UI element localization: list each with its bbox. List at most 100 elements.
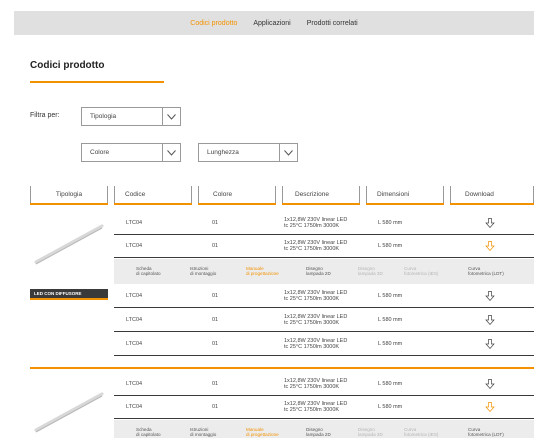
product-image: [30, 218, 108, 268]
table-row[interactable]: LTC04 01 1x12,8W 230V linear LED tc 25°C…: [114, 373, 534, 396]
header-codice: Codice: [114, 186, 192, 204]
descrizione-cell: 1x12,8W 230V linear LED tc 25°C 1750lm 3…: [284, 333, 347, 355]
dimensioni-cell: L 580 mm: [378, 317, 403, 323]
header-underline: [366, 203, 444, 205]
header-underline: [30, 203, 108, 205]
download-icon[interactable]: [483, 373, 497, 395]
download-icon[interactable]: [483, 333, 497, 355]
title-underline: [30, 81, 164, 83]
row-separator: [114, 331, 534, 332]
download-icon[interactable]: [483, 285, 497, 307]
product-type-badge: LED CON DIFFUSORE: [30, 289, 108, 298]
doc-label-2: lampada 3D: [358, 432, 383, 438]
badge-underline: [30, 298, 108, 300]
doc-label-2: lampada 2D: [306, 271, 331, 277]
chevron-down-icon: [279, 144, 297, 161]
lunghezza-select-value: Lunghezza: [207, 149, 239, 156]
doc-label-2: di montaggio: [190, 271, 217, 277]
doc-link-disegno-2d[interactable]: Disegno lampada 2D: [306, 266, 331, 277]
chevron-down-icon: [162, 144, 180, 161]
dimensioni-cell: L 580 mm: [378, 341, 403, 347]
descrizione-cell: 1x12,8W 230V linear LED tc 25°C 1750lm 3…: [284, 212, 347, 234]
doc-link-disegno-2d[interactable]: Disegno lampada 2D: [306, 427, 331, 438]
table-row[interactable]: LTC04 01 1x12,8W 230V linear LED tc 25°C…: [114, 309, 534, 332]
filter-label: Filtra per:: [30, 112, 60, 119]
dimensioni-cell: L 580 mm: [378, 243, 403, 249]
tipologia-select-value: Tipologia: [90, 113, 117, 120]
codice-cell: LTC04: [126, 381, 143, 387]
doc-label-2: fotometrica (LDT): [468, 432, 504, 438]
doc-label-2: fotometrica (IES): [404, 432, 439, 438]
documents-panel: Scheda di capitolato Istruzioni di montagg…: [114, 420, 534, 438]
doc-link-manuale[interactable]: Manuale di progettazione: [246, 427, 279, 438]
doc-link-curva-ldt[interactable]: Curva fotometrica (LDT): [468, 266, 504, 277]
doc-label-2: di progettazione: [246, 271, 279, 277]
download-icon[interactable]: [483, 235, 497, 257]
descrizione-line-2: tc 25°C 1750lm 3000K: [284, 384, 340, 390]
codice-cell: LTC04: [126, 404, 143, 410]
row-separator: [114, 355, 534, 356]
nav-tab-prodotti-correlati[interactable]: Prodotti correlati: [307, 20, 358, 27]
descrizione-line-2: tc 25°C 1750lm 3000K: [284, 246, 340, 252]
descrizione-cell: 1x12,8W 230V linear LED tc 25°C 1750lm 3…: [284, 373, 347, 395]
dimensioni-cell: L 580 mm: [378, 293, 403, 299]
download-icon[interactable]: [483, 396, 497, 418]
table-row[interactable]: LTC04 01 1x12,8W 230V linear LED tc 25°C…: [114, 396, 534, 419]
descrizione-cell: 1x12,8W 230V linear LED tc 25°C 1750lm 3…: [284, 285, 347, 307]
colore-cell: 01: [212, 293, 219, 299]
codice-cell: LTC04: [126, 293, 143, 299]
table-row[interactable]: LTC04 01 1x12,8W 230V linear LED tc 25°C…: [114, 235, 534, 258]
descrizione-cell: 1x12,8W 230V linear LED tc 25°C 1750lm 3…: [284, 235, 347, 257]
colore-select-value: Colore: [90, 149, 110, 156]
header-underline: [450, 203, 534, 205]
table-row[interactable]: LTC04 01 1x12,8W 230V linear LED tc 25°C…: [114, 333, 534, 356]
codice-cell: LTC04: [126, 220, 143, 226]
table-row[interactable]: LTC04 01 1x12,8W 230V linear LED tc 25°C…: [114, 212, 534, 235]
header-underline: [282, 203, 360, 205]
codice-cell: LTC04: [126, 341, 143, 347]
descrizione-line-2: tc 25°C 1750lm 3000K: [284, 296, 340, 302]
codice-cell: LTC04: [126, 317, 143, 323]
doc-link-curva-ldt[interactable]: Curva fotometrica (LDT): [468, 427, 504, 438]
dimensioni-cell: L 580 mm: [378, 381, 403, 387]
top-navigation: Codici prodotto Applicazioni Prodotti co…: [14, 11, 534, 35]
tipologia-select[interactable]: Tipologia: [81, 107, 181, 126]
download-icon[interactable]: [483, 309, 497, 331]
header-descrizione: Descrizione: [282, 186, 360, 204]
doc-label-2: di capitolato: [136, 432, 161, 438]
nav-tab-codici-prodotto[interactable]: Codici prodotto: [190, 20, 237, 27]
header-download: Download: [450, 186, 534, 204]
nav-tab-applicazioni[interactable]: Applicazioni: [253, 20, 290, 27]
doc-label-2: lampada 3D: [358, 271, 383, 277]
descrizione-line-2: tc 25°C 1750lm 3000K: [284, 407, 340, 413]
header-colore: Colore: [198, 186, 276, 204]
doc-link-istruzioni[interactable]: Istruzioni di montaggio: [190, 427, 216, 438]
doc-label-2: di progettazione: [246, 432, 279, 438]
colore-select[interactable]: Colore: [81, 143, 181, 162]
chevron-down-icon: [162, 108, 180, 125]
descrizione-line-2: tc 25°C 1750lm 3000K: [284, 223, 340, 229]
colore-cell: 01: [212, 220, 219, 226]
row-separator: [114, 257, 534, 258]
header-underline: [114, 203, 192, 205]
colore-cell: 01: [212, 317, 219, 323]
row-separator: [114, 418, 534, 419]
descrizione-line-2: tc 25°C 1750lm 3000K: [284, 344, 340, 350]
doc-link-manuale[interactable]: Manuale di progettazione: [246, 266, 279, 277]
doc-label-2: lampada 2D: [306, 432, 331, 438]
doc-link-curva-ies: Curva fotometrica (IES): [404, 266, 438, 277]
doc-link-scheda[interactable]: Scheda di capitolato: [136, 266, 161, 277]
documents-panel: Scheda di capitolato Istruzioni di montagg…: [114, 259, 534, 284]
doc-link-scheda[interactable]: Scheda di capitolato: [136, 427, 161, 438]
download-icon[interactable]: [483, 212, 497, 234]
doc-label-2: di montaggio: [190, 432, 217, 438]
descrizione-line-2: tc 25°C 1750lm 3000K: [284, 320, 340, 326]
doc-label-2: fotometrica (IES): [404, 271, 439, 277]
table-row[interactable]: LTC04 01 1x12,8W 230V linear LED tc 25°C…: [114, 285, 534, 308]
lunghezza-select[interactable]: Lunghezza: [198, 143, 298, 162]
dimensioni-cell: L 580 mm: [378, 220, 403, 226]
doc-link-curva-ies: Curva fotometrica (IES): [404, 427, 438, 438]
doc-link-istruzioni[interactable]: Istruzioni di montaggio: [190, 266, 216, 277]
colore-cell: 01: [212, 243, 219, 249]
doc-link-disegno-3d: Disegno lampada 3D: [358, 427, 383, 438]
